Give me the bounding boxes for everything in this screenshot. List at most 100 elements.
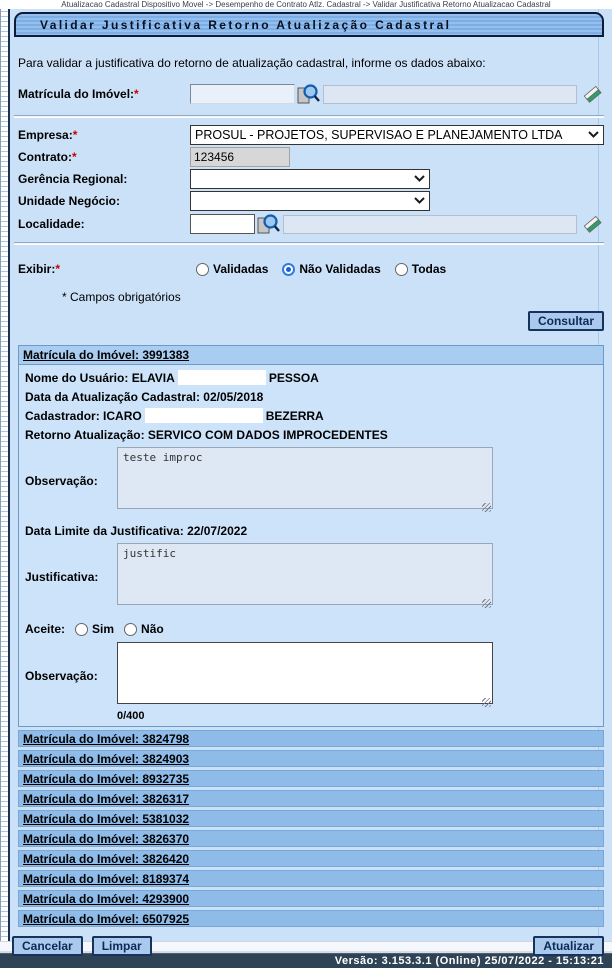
radio-icon[interactable] <box>196 263 209 276</box>
matricula-row-link[interactable]: Matrícula do Imóvel: 8189374 <box>23 872 189 886</box>
radio-validadas[interactable]: Validadas <box>196 262 268 276</box>
localidade-name-field <box>283 215 577 234</box>
radio-icon[interactable] <box>395 263 408 276</box>
matricula-row-link[interactable]: Matrícula do Imóvel: 3826420 <box>23 852 189 866</box>
matricula-row-link[interactable]: Matrícula do Imóvel: 3824798 <box>23 732 189 746</box>
matricula-row[interactable]: Matrícula do Imóvel: 3824903 <box>18 750 604 767</box>
empresa-label: Empresa:* <box>18 128 190 142</box>
matricula-row-link[interactable]: Matrícula do Imóvel: 3826317 <box>23 792 189 806</box>
result-header[interactable]: Matrícula do Imóvel: 3991383 <box>19 346 603 365</box>
radio-nao[interactable]: Não <box>124 622 164 636</box>
body: Validar Justificativa Retorno Atualizaçã… <box>0 9 612 941</box>
page: Atualizacao Cadastral Dispositivo Movel … <box>0 0 612 968</box>
matricula-row[interactable]: Matrícula do Imóvel: 3826370 <box>18 830 604 847</box>
matricula-imovel-input[interactable] <box>190 84 295 104</box>
chevron-down-icon <box>414 197 425 204</box>
localidade-search-icon[interactable] <box>255 213 281 235</box>
atualizar-button[interactable]: Atualizar <box>533 936 604 956</box>
matricula-row[interactable]: Matrícula do Imóvel: 6507925 <box>18 910 604 927</box>
update-date-row: Data da Atualização Cadastral: 02/05/201… <box>25 387 597 406</box>
gerencia-regional-select[interactable] <box>190 169 430 189</box>
page-title-bar: Validar Justificativa Retorno Atualizaçã… <box>14 12 604 37</box>
matricula-row[interactable]: Matrícula do Imóvel: 8189374 <box>18 870 604 887</box>
contrato-input <box>190 147 290 167</box>
matricula-row[interactable]: Matrícula do Imóvel: 8932735 <box>18 770 604 787</box>
data-limite-row: Data Limite da Justificativa: 22/07/2022 <box>25 521 597 540</box>
exibir-radio-group: Validadas Não Validadas Todas <box>196 262 446 276</box>
matricula-row[interactable]: Matrícula do Imóvel: 5381032 <box>18 810 604 827</box>
radio-todas[interactable]: Todas <box>395 262 446 276</box>
breadcrumb: Atualizacao Cadastral Dispositivo Movel … <box>0 0 612 9</box>
radio-icon[interactable] <box>75 623 88 636</box>
observacao-label: Observação: <box>25 447 117 514</box>
empresa-selected-value: PROSUL - PROJETOS, SUPERVISAO E PLANEJAM… <box>195 128 562 142</box>
localidade-label: Localidade: <box>18 217 190 231</box>
matricula-erase-icon[interactable] <box>582 83 604 105</box>
localidade-input[interactable] <box>190 214 255 234</box>
radio-nao-validadas[interactable]: Não Validadas <box>282 262 380 276</box>
matricula-row-link[interactable]: Matrícula do Imóvel: 8932735 <box>23 772 189 786</box>
observacao-edit-row: Observação: <box>25 642 597 709</box>
empresa-row: Empresa:* PROSUL - PROJETOS, SUPERVISAO … <box>18 124 604 145</box>
chevron-down-icon <box>588 131 599 138</box>
char-counter: 0/400 <box>117 710 597 722</box>
radio-icon[interactable] <box>124 623 137 636</box>
consultar-button[interactable]: Consultar <box>528 311 604 331</box>
matricula-row: Matrícula do Imóvel:* <box>18 83 604 105</box>
observacao-row: Observação: teste improc <box>25 447 597 514</box>
section-divider <box>14 115 604 118</box>
required-asterisk: * <box>73 128 78 142</box>
observacao-edit-label: Observação: <box>25 642 117 709</box>
contrato-label: Contrato:* <box>18 150 190 164</box>
localidade-row: Localidade: <box>18 213 604 235</box>
observacao-textarea: teste improc <box>117 447 493 509</box>
matricula-row[interactable]: Matrícula do Imóvel: 3824798 <box>18 730 604 747</box>
localidade-erase-icon[interactable] <box>582 213 604 235</box>
collapsed-results-list: Matrícula do Imóvel: 3824798 Matrícula d… <box>12 730 604 927</box>
justificativa-label: Justificativa: <box>25 543 117 610</box>
matricula-row[interactable]: Matrícula do Imóvel: 3826420 <box>18 850 604 867</box>
required-asterisk: * <box>55 262 60 276</box>
matricula-row-link[interactable]: Matrícula do Imóvel: 3826370 <box>23 832 189 846</box>
exibir-row: Exibir:* Validadas Não Validadas Todas <box>18 260 604 278</box>
aceite-row: Aceite: Sim Não <box>25 622 597 636</box>
result-detail: Nome do Usuário: ELAVIAPESSOA Data da At… <box>19 365 603 726</box>
unidade-row: Unidade Negócio: <box>18 190 604 211</box>
matricula-row-link[interactable]: Matrícula do Imóvel: 6507925 <box>23 912 189 926</box>
required-asterisk: * <box>72 150 77 164</box>
exibir-label: Exibir:* <box>18 262 190 276</box>
radio-sim[interactable]: Sim <box>75 622 114 636</box>
left-edge-decoration <box>0 9 10 941</box>
matricula-search-icon[interactable] <box>295 83 321 105</box>
unidade-negocio-select[interactable] <box>190 191 430 211</box>
unidade-negocio-label: Unidade Negócio: <box>18 194 190 208</box>
section-divider <box>14 242 604 245</box>
chevron-down-icon <box>414 175 425 182</box>
matricula-name-field <box>323 85 577 104</box>
radio-checked-icon[interactable] <box>282 263 295 276</box>
contrato-row: Contrato:* <box>18 146 604 167</box>
justificativa-row: Justificativa: justific <box>25 543 597 610</box>
matricula-row[interactable]: Matrícula do Imóvel: 3826317 <box>18 790 604 807</box>
required-asterisk: * <box>134 87 139 101</box>
matricula-row-link[interactable]: Matrícula do Imóvel: 5381032 <box>23 812 189 826</box>
cancelar-button[interactable]: Cancelar <box>12 936 83 956</box>
gerencia-regional-label: Gerência Regional: <box>18 172 190 186</box>
matricula-row[interactable]: Matrícula do Imóvel: 4293900 <box>18 890 604 907</box>
limpar-button[interactable]: Limpar <box>92 936 152 956</box>
intro-text: Para validar a justificativa do retorno … <box>18 56 604 70</box>
empresa-select[interactable]: PROSUL - PROJETOS, SUPERVISAO E PLANEJAM… <box>190 125 604 145</box>
cadastrador-row: Cadastrador: ICAROBEZERRA <box>25 406 597 425</box>
user-name-row: Nome do Usuário: ELAVIAPESSOA <box>25 368 597 387</box>
justificativa-textarea: justific <box>117 543 493 605</box>
redaction-box <box>178 370 266 385</box>
retorno-row: Retorno Atualização: SERVICO COM DADOS I… <box>25 425 597 444</box>
matricula-row-link[interactable]: Matrícula do Imóvel: 4293900 <box>23 892 189 906</box>
matricula-header-link[interactable]: Matrícula do Imóvel: 3991383 <box>23 348 189 362</box>
observacao-edit-textarea[interactable] <box>117 642 493 704</box>
matricula-imovel-label: Matrícula do Imóvel:* <box>18 87 190 101</box>
bottom-buttons: Cancelar Limpar Atualizar <box>12 936 604 956</box>
required-note: * Campos obrigatórios <box>62 290 604 304</box>
aceite-label: Aceite: <box>25 622 65 636</box>
matricula-row-link[interactable]: Matrícula do Imóvel: 3824903 <box>23 752 189 766</box>
